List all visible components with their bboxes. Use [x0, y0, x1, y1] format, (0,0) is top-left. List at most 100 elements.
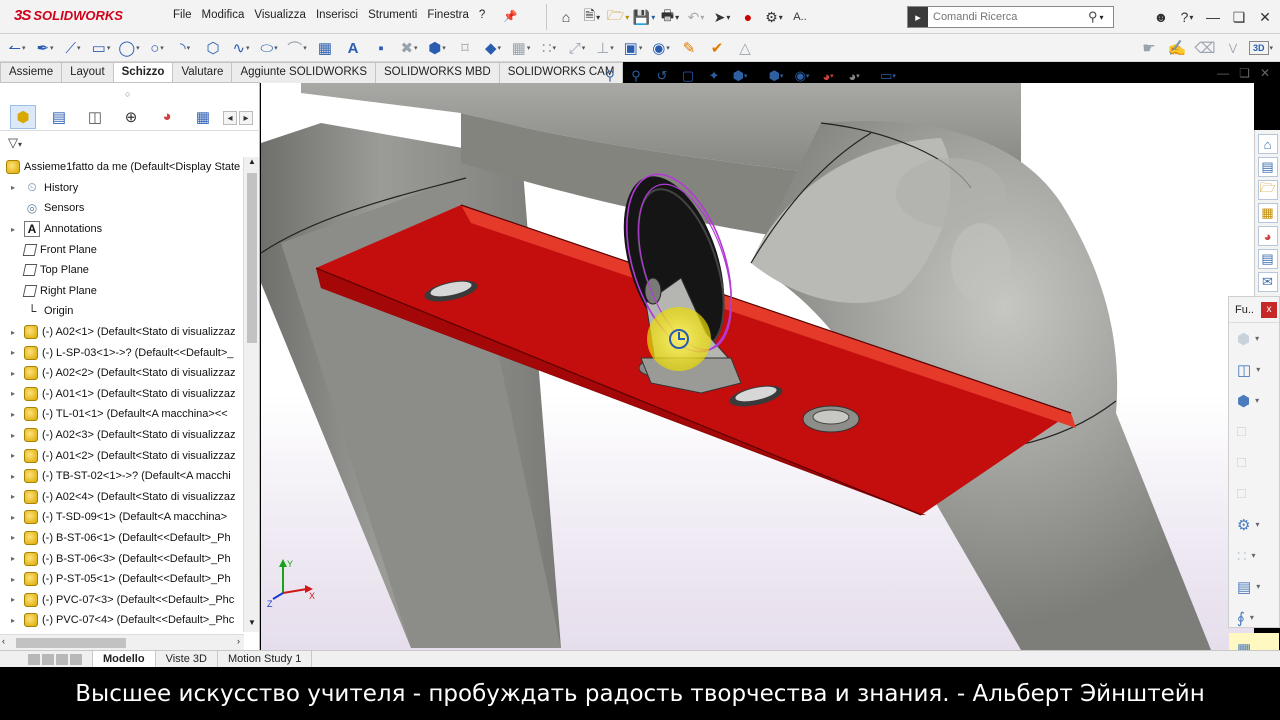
hscroll-thumb[interactable]: [16, 638, 126, 648]
home-icon[interactable]: ⌂: [555, 6, 577, 28]
repair-sketch-icon[interactable]: ▣ ▾: [622, 37, 644, 59]
feature-tree-tab-icon[interactable]: ⬢: [10, 104, 36, 129]
view-settings-icon[interactable]: ▭ ▾: [878, 67, 898, 85]
tab-scroll-right-icon[interactable]: ▸: [239, 111, 253, 125]
expand-arrow-icon[interactable]: ▸: [8, 575, 18, 584]
expand-arrow-icon[interactable]: ▸: [8, 225, 18, 234]
tree-root-assembly[interactable]: Assieme1fatto da me (Default<Display Sta…: [0, 157, 244, 178]
tree-item[interactable]: ▸ (-) TB-ST-02<1>->? (Default<A macchi: [0, 466, 244, 487]
display-style-icon[interactable]: ⬢ ▾: [766, 67, 786, 85]
dynamic-annotation-icon[interactable]: ✦: [704, 67, 724, 85]
new-motion-study-icon[interactable]: ▤ ▾: [1229, 571, 1279, 602]
appearances-icon[interactable]: ◕: [1257, 226, 1278, 246]
expand-arrow-icon[interactable]: ▸: [8, 451, 18, 460]
show-hidden-components-icon[interactable]: □: [1229, 478, 1279, 509]
command-search[interactable]: ▸ ⚲ ▾: [907, 6, 1114, 28]
close-window-icon[interactable]: ✕: [1254, 6, 1276, 28]
tab-viste-3d[interactable]: Viste 3D: [156, 651, 218, 667]
expand-arrow-icon[interactable]: ▸: [8, 410, 18, 419]
fillet-icon[interactable]: ⌒ ▾: [286, 37, 308, 59]
user-account-icon[interactable]: ☻: [1150, 6, 1172, 28]
display-relations-icon[interactable]: ⊥ ▾: [594, 37, 616, 59]
instant2d-icon[interactable]: ✔: [706, 37, 728, 59]
line-icon[interactable]: ⟋ ▾: [62, 37, 84, 59]
tree-item[interactable]: ▸ (-) TL-01<1> (Default<A macchina><<: [0, 404, 244, 425]
move-entities-icon[interactable]: ⤢ ▾: [566, 37, 588, 59]
viewport-minimize-icon[interactable]: —: [1217, 66, 1229, 80]
scroll-down-icon[interactable]: ▼: [244, 618, 260, 632]
viewport-restore-icon[interactable]: ❏: [1239, 66, 1250, 80]
design-library-icon[interactable]: ▤: [1257, 157, 1278, 177]
expand-arrow-icon[interactable]: ▸: [8, 472, 18, 481]
apply-scene-icon[interactable]: ◕ ▾: [844, 67, 864, 85]
search-input[interactable]: [928, 11, 1088, 23]
tree-vertical-scrollbar[interactable]: ▲ ▼: [243, 157, 259, 632]
tab-aggiunte[interactable]: Aggiunte SOLIDWORKS: [231, 62, 376, 83]
new-document-icon[interactable]: 🗎 ▾: [581, 6, 603, 28]
quick-snaps-icon[interactable]: ◉ ▾: [650, 37, 672, 59]
tab-schizzo[interactable]: Schizzo: [112, 62, 174, 83]
mate-icon[interactable]: ◫ ▾: [1229, 354, 1279, 385]
tree-item[interactable]: ▸ (-) B-ST-06<3> (Default<<Default>_Ph: [0, 548, 244, 569]
view-orientation-icon[interactable]: ⬢ ▾: [730, 67, 750, 85]
tree-item[interactable]: ▸ (-) B-ST-06<1> (Default<<Default>_Ph: [0, 528, 244, 549]
tree-item[interactable]: Front Plane: [0, 239, 244, 260]
first-tab-icon[interactable]: [28, 653, 40, 665]
menu-help[interactable]: ?: [474, 9, 490, 23]
expand-arrow-icon[interactable]: ▸: [8, 513, 18, 522]
tree-item[interactable]: ▸ (-) P-ST-05<1> (Default<<Default>_Ph: [0, 569, 244, 590]
scroll-left-icon[interactable]: ‹: [2, 636, 5, 646]
tab-valutare[interactable]: Valutare: [172, 62, 233, 83]
menu-visualizza[interactable]: Visualizza: [249, 9, 311, 23]
text-icon[interactable]: A: [342, 37, 364, 59]
scroll-thumb[interactable]: [247, 173, 257, 343]
tree-item[interactable]: ▸ (-) PVC-07<4> (Default<<Default>_Phc: [0, 610, 244, 631]
configuration-manager-tab-icon[interactable]: ◫: [82, 105, 108, 129]
tree-item[interactable]: └ Origin: [0, 301, 244, 322]
expand-arrow-icon[interactable]: ▸: [8, 328, 18, 337]
expand-arrow-icon[interactable]: ▸: [8, 595, 18, 604]
circle-icon[interactable]: ○ ▾: [146, 37, 168, 59]
convert-entities-icon[interactable]: ⬢ ▾: [426, 37, 448, 59]
polygon-icon[interactable]: ⬡: [202, 37, 224, 59]
prev-tab-icon[interactable]: [42, 653, 54, 665]
smart-fasteners-icon[interactable]: □: [1229, 416, 1279, 447]
menu-modifica[interactable]: Modifica: [197, 9, 250, 23]
forum-icon[interactable]: ✉: [1257, 272, 1278, 292]
expand-arrow-icon[interactable]: ▸: [8, 348, 18, 357]
plane-icon[interactable]: ▦: [314, 37, 336, 59]
search-icon[interactable]: ⚲: [1088, 9, 1098, 25]
expand-arrow-icon[interactable]: ▸: [8, 554, 18, 563]
tree-item[interactable]: ▸ (-) L-SP-03<1>->? (Default<<Default>_: [0, 342, 244, 363]
viewport-close-icon[interactable]: ✕: [1260, 66, 1270, 80]
previous-view-icon[interactable]: ↺: [652, 67, 672, 85]
menu-overflow[interactable]: A..: [789, 6, 811, 28]
property-manager-tab-icon[interactable]: ▤: [46, 105, 72, 129]
move-component-icon[interactable]: □: [1229, 447, 1279, 478]
tree-item[interactable]: ▸ (-) A01<2> (Default<Stato di visualizza…: [0, 445, 244, 466]
tab-motion-study[interactable]: Motion Study 1: [218, 651, 313, 667]
trim-icon[interactable]: ✖ ▾: [398, 37, 420, 59]
undo-icon[interactable]: ↶ ▾: [685, 6, 707, 28]
rebuild-traffic-light-icon[interactable]: ●: [737, 6, 759, 28]
menu-strumenti[interactable]: Strumenti: [363, 9, 422, 23]
ribbon-expand-chevron-icon[interactable]: ⋁: [1222, 37, 1244, 59]
tree-horizontal-scrollbar[interactable]: ‹ ›: [0, 634, 244, 650]
scroll-right-icon[interactable]: ›: [237, 636, 240, 646]
mirror-entities-icon[interactable]: ▦ ▾: [510, 37, 532, 59]
assembly-features-icon[interactable]: ⚙ ▾: [1229, 509, 1279, 540]
rectangle-icon[interactable]: ▭ ▾: [90, 37, 112, 59]
slot-icon[interactable]: ◯ ▾: [118, 37, 140, 59]
display-manager-tab-icon[interactable]: ◕: [154, 105, 180, 129]
expand-arrow-icon[interactable]: ▸: [8, 616, 18, 625]
tab-modello[interactable]: Modello: [92, 651, 156, 667]
tree-item[interactable]: ▸ ⏲ History: [0, 178, 244, 199]
last-tab-icon[interactable]: [70, 653, 82, 665]
offset-surface-icon[interactable]: ◆ ▾: [482, 37, 504, 59]
sketch-icon[interactable]: ✒ ▾: [34, 37, 56, 59]
shaded-sketch-icon[interactable]: △: [734, 37, 756, 59]
insert-components-icon[interactable]: ⬢ ▾: [1229, 323, 1279, 354]
point-icon[interactable]: ▪: [370, 37, 392, 59]
expand-arrow-icon[interactable]: ▸: [8, 533, 18, 542]
scroll-up-icon[interactable]: ▲: [244, 157, 260, 171]
